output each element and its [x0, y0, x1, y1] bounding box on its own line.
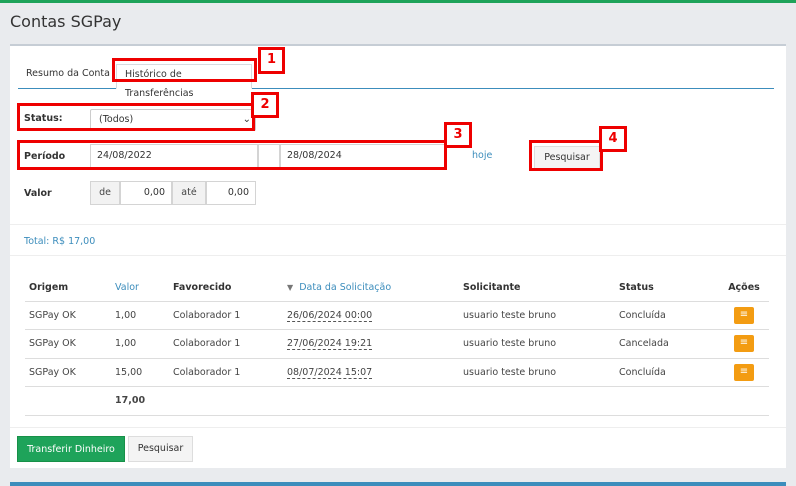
header-solicitante[interactable]: Solicitante [459, 275, 615, 302]
cell-status: Concluída [615, 358, 715, 387]
menu-icon[interactable]: ≡ [734, 306, 754, 324]
annotation-number-2: 2 [251, 92, 279, 118]
cell-favorecido: Colaborador 1 [169, 329, 283, 359]
cell-origem: SGPay OK [25, 358, 111, 387]
header-valor[interactable]: Valor [111, 275, 169, 302]
header-favorecido[interactable]: Favorecido [169, 275, 283, 302]
table-header-row: Origem Valor Favorecido ▼ Data da Solici… [25, 275, 769, 302]
footer-empty [169, 386, 283, 416]
cell-solicitante: usuario teste bruno [459, 301, 615, 330]
annotation-box-2 [17, 103, 255, 131]
divider [10, 255, 786, 256]
cell-data: 26/06/2024 00:00 [283, 301, 459, 330]
cell-solicitante: usuario teste bruno [459, 358, 615, 387]
cell-favorecido: Colaborador 1 [169, 301, 283, 330]
footer-empty [715, 386, 769, 416]
cell-solicitante: usuario teste bruno [459, 329, 615, 359]
cell-origem: SGPay OK [25, 329, 111, 359]
cell-favorecido: Colaborador 1 [169, 358, 283, 387]
de-addon: de [90, 181, 120, 205]
cell-status: Cancelada [615, 329, 715, 359]
annotation-box-3 [17, 140, 447, 170]
divider [10, 224, 786, 225]
menu-icon[interactable]: ≡ [734, 335, 754, 353]
table-row: SGPay OK 1,00 Colaborador 1 27/06/2024 1… [25, 329, 769, 359]
top-accent-bar [0, 0, 796, 3]
transfers-table: Origem Valor Favorecido ▼ Data da Solici… [25, 275, 769, 416]
hoje-link[interactable]: hoje [472, 150, 492, 161]
ate-addon: até [172, 181, 206, 205]
table-row: SGPay OK 1,00 Colaborador 1 26/06/2024 0… [25, 301, 769, 330]
cell-acoes: ≡ [715, 358, 769, 387]
bottom-accent-bar [10, 482, 786, 486]
footer-empty [283, 386, 459, 416]
annotation-box-4 [529, 140, 603, 171]
cell-valor: 15,00 [111, 358, 169, 387]
valor-de-input[interactable]: 0,00 [120, 181, 172, 205]
header-data-solicitacao[interactable]: ▼ Data da Solicitação [283, 275, 459, 302]
cell-data-link[interactable]: 26/06/2024 00:00 [287, 309, 373, 322]
cell-origem: SGPay OK [25, 301, 111, 330]
cell-data: 08/07/2024 15:07 [283, 358, 459, 387]
cell-data-link[interactable]: 27/06/2024 19:21 [287, 338, 373, 351]
header-origem[interactable]: Origem [25, 275, 111, 302]
header-acoes: Ações [715, 275, 769, 302]
menu-icon[interactable]: ≡ [734, 363, 754, 381]
divider [10, 427, 786, 428]
sort-down-icon: ▼ [287, 283, 294, 293]
total-label: Total: R$ 17,00 [24, 236, 96, 247]
annotation-number-1: 1 [258, 47, 285, 74]
tab-resumo-conta[interactable]: Resumo da Conta [18, 64, 118, 89]
table-row: SGPay OK 15,00 Colaborador 1 08/07/2024 … [25, 358, 769, 387]
cell-valor: 1,00 [111, 301, 169, 330]
footer-empty [615, 386, 715, 416]
cell-acoes: ≡ [715, 301, 769, 330]
page-title: Contas SGPay [10, 12, 122, 31]
header-data-label: Data da Solicitação [299, 282, 392, 294]
annotation-number-4: 4 [599, 126, 627, 152]
annotation-number-3: 3 [444, 122, 472, 148]
footer-empty [25, 386, 111, 416]
cell-data: 27/06/2024 19:21 [283, 329, 459, 359]
table-footer-row: 17,00 [25, 386, 769, 416]
cell-status: Concluída [615, 301, 715, 330]
cell-acoes: ≡ [715, 329, 769, 359]
cell-data-link[interactable]: 08/07/2024 15:07 [287, 366, 373, 379]
header-status[interactable]: Status [615, 275, 715, 302]
valor-label: Valor [24, 188, 52, 199]
footer-empty [459, 386, 615, 416]
valor-ate-input[interactable]: 0,00 [206, 181, 256, 205]
footer-total: 17,00 [111, 386, 169, 416]
transfer-money-button[interactable]: Transferir Dinheiro [17, 436, 125, 462]
cell-valor: 1,00 [111, 329, 169, 359]
annotation-box-1 [112, 58, 257, 82]
search-button-bottom[interactable]: Pesquisar [128, 436, 193, 462]
